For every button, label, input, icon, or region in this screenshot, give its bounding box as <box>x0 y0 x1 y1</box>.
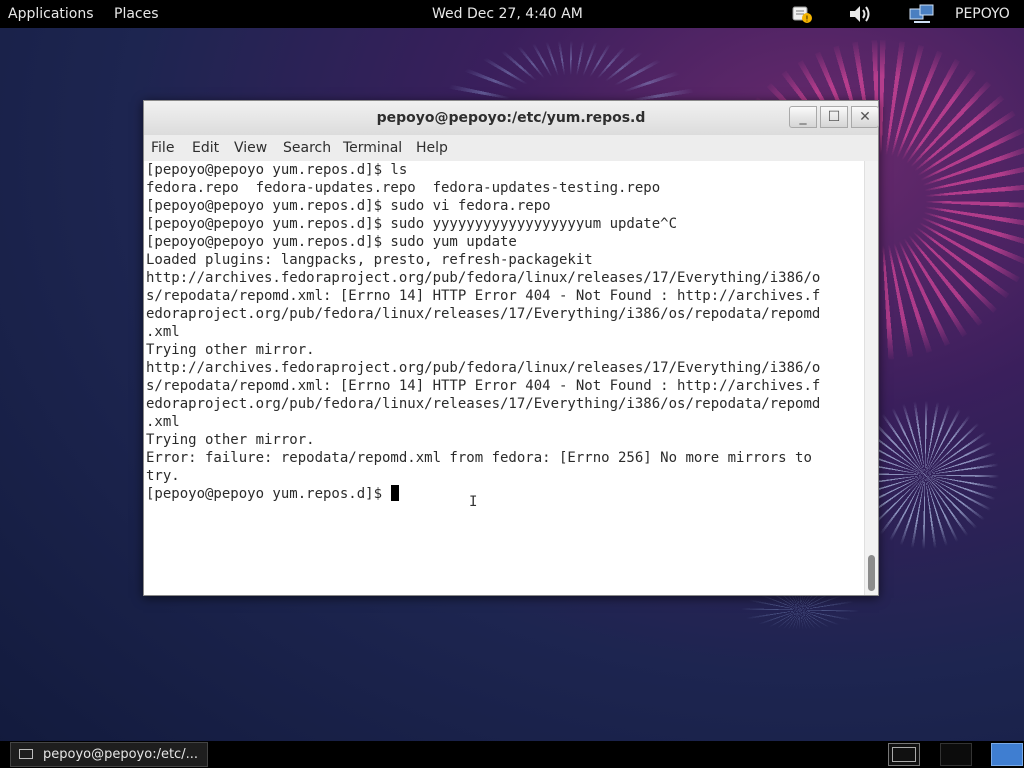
menu-edit[interactable]: Edit <box>192 135 219 161</box>
terminal-prompt: [pepoyo@pepoyo yum.repos.d]$ <box>146 486 391 502</box>
applications-menu[interactable]: Applications <box>8 0 94 28</box>
terminal-window: pepoyo@pepoyo:/etc/yum.repos.d _ ☐ ✕ Fil… <box>143 100 879 596</box>
terminal-scrollbar[interactable] <box>864 161 878 595</box>
menu-view[interactable]: View <box>234 135 267 161</box>
user-menu[interactable]: PEPOYO <box>955 0 1010 28</box>
close-button[interactable]: ✕ <box>851 106 879 128</box>
taskbar-item-terminal[interactable]: pepoyo@pepoyo:/etc/... <box>10 742 208 767</box>
terminal-history: [pepoyo@pepoyo yum.repos.d]$ ls fedora.r… <box>146 162 821 484</box>
workspace-3[interactable] <box>991 743 1023 766</box>
menu-help[interactable]: Help <box>416 135 448 161</box>
workspace-2[interactable] <box>940 743 972 766</box>
volume-icon[interactable] <box>847 3 873 25</box>
menu-file[interactable]: File <box>151 135 174 161</box>
notification-icon[interactable]: ! <box>790 3 814 25</box>
maximize-button[interactable]: ☐ <box>820 106 848 128</box>
clock[interactable]: Wed Dec 27, 4:40 AM <box>432 0 583 28</box>
taskbar-item-label: pepoyo@pepoyo:/etc/... <box>43 747 198 762</box>
svg-text:!: ! <box>805 15 808 24</box>
ibeam-cursor-icon: I <box>469 494 478 510</box>
workspace-window-thumbnail <box>892 747 916 762</box>
minimize-button[interactable]: _ <box>789 106 817 128</box>
menu-search[interactable]: Search <box>283 135 331 161</box>
window-title: pepoyo@pepoyo:/etc/yum.repos.d <box>376 110 646 126</box>
terminal-area[interactable]: [pepoyo@pepoyo yum.repos.d]$ ls fedora.r… <box>144 161 864 595</box>
top-panel: Applications Places Wed Dec 27, 4:40 AM … <box>0 0 1024 28</box>
desktop-firework-bottom <box>740 590 860 630</box>
network-icon[interactable] <box>908 3 936 25</box>
terminal-icon <box>19 749 33 759</box>
menu-bar: File Edit View Search Terminal Help <box>144 135 878 161</box>
window-titlebar[interactable]: pepoyo@pepoyo:/etc/yum.repos.d _ ☐ ✕ <box>144 101 879 135</box>
bottom-panel: pepoyo@pepoyo:/etc/... <box>0 741 1024 768</box>
workspace-1[interactable] <box>888 743 920 766</box>
terminal-output: [pepoyo@pepoyo yum.repos.d]$ ls fedora.r… <box>144 161 864 503</box>
scrollbar-thumb[interactable] <box>868 555 875 591</box>
menu-terminal[interactable]: Terminal <box>343 135 402 161</box>
places-menu[interactable]: Places <box>114 0 159 28</box>
text-cursor <box>391 485 400 501</box>
